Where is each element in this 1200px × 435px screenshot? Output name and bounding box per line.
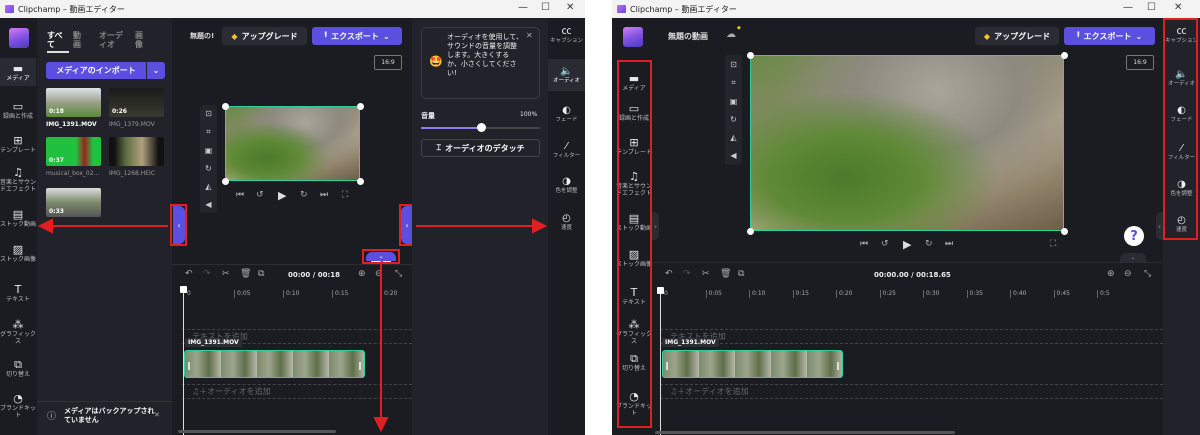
arrow-head [532, 218, 548, 234]
arrow-head [37, 218, 53, 234]
arrow-head [373, 417, 389, 433]
annotation-arrows [37, 218, 548, 433]
